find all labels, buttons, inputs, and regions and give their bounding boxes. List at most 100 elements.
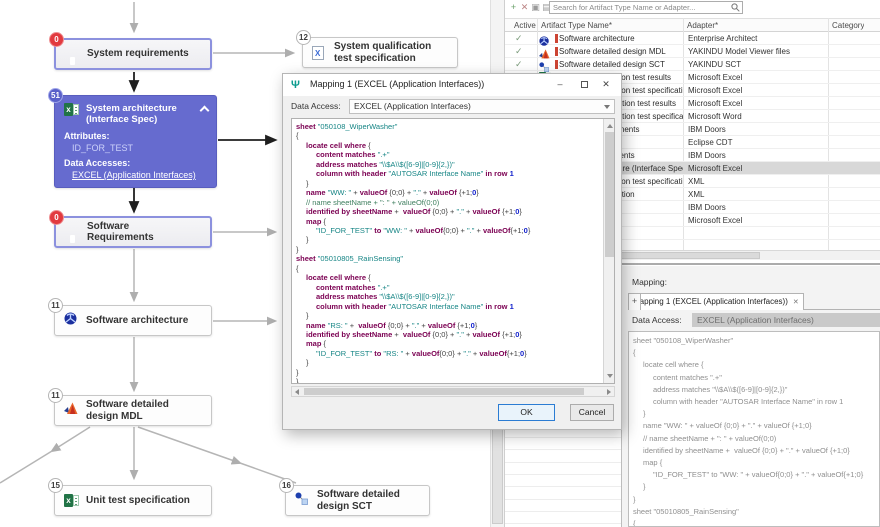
- code-line: identified by sheetName + valueOf {0;0} …: [643, 445, 850, 455]
- scrollbar-thumb[interactable]: [605, 132, 614, 257]
- list-row[interactable]: [505, 475, 621, 488]
- diagram-node-software-detailed-design-sct[interactable]: 16 Software detailed design SCT: [279, 478, 430, 516]
- column-header-active[interactable]: Active: [514, 19, 536, 33]
- scrollbar-thumb[interactable]: [492, 424, 503, 524]
- data-access-label: Data Access:: [291, 101, 341, 111]
- diagram-edge: [0, 450, 53, 484]
- active-check-icon: ✓: [515, 59, 523, 69]
- code-line: }: [306, 178, 309, 188]
- code-line: map {: [643, 458, 663, 468]
- code-line: sheet "050108_WiperWasher": [633, 336, 734, 345]
- delete-icon[interactable]: ✕: [519, 1, 530, 13]
- code-line: name "RS: " + valueOf {0;0} + "." + valu…: [306, 320, 478, 330]
- diagram-node-system-qualification-test-specification[interactable]: 12 X System qualification test specificati…: [296, 30, 458, 68]
- active-check-icon: ✓: [515, 46, 523, 56]
- minimize-button[interactable]: –: [551, 77, 569, 93]
- node-label: Unit test specification: [86, 494, 190, 506]
- node-label: Software architecture: [86, 314, 189, 326]
- code-line: }: [306, 358, 309, 368]
- node-title: System architecture (Interface Spec): [86, 103, 177, 126]
- list-row[interactable]: [505, 463, 621, 476]
- table-row[interactable]: ✓ Software detailed design MDL YAKINDU Mod…: [505, 45, 880, 59]
- diagram-node-software-requirements[interactable]: 0 Software Requirements: [49, 210, 212, 248]
- code-line: name "WW: " + valueOf {0;0} + "." + valu…: [643, 421, 812, 431]
- table-row[interactable]: ✓ Software architecture Enterprise Archite…: [505, 32, 880, 46]
- code-line: // name sheetName + ": " + valueOf(0;0): [643, 433, 777, 443]
- code-line: column with header "AUTOSAR Interface Na…: [653, 397, 844, 407]
- code-line: content matches ".+": [653, 372, 722, 382]
- node-count-badge: 0: [49, 32, 64, 47]
- diagram-node-unit-test-specification[interactable]: 15 x Unit test specification: [48, 478, 212, 516]
- node-count-badge: 11: [48, 298, 63, 313]
- diagram-node-system-requirements[interactable]: 0 System requirements: [49, 32, 212, 70]
- diagram-node-software-architecture[interactable]: 11 Software architecture: [48, 298, 212, 336]
- dialog-title-bar[interactable]: Ψ Mapping 1 (EXCEL (Application Interfac…: [283, 74, 621, 96]
- list-row[interactable]: [505, 438, 621, 451]
- mapping-code-editor[interactable]: sheet "050108_WiperWasher"{locate cell w…: [291, 118, 615, 384]
- scroll-up-icon[interactable]: [607, 124, 613, 128]
- diagram-node-software-detailed-design-mdl[interactable]: 11 Software detailed design MDL: [48, 388, 212, 426]
- scrollbar-thumb[interactable]: [304, 388, 584, 395]
- data-access-value: EXCEL (Application Interfaces): [354, 101, 471, 111]
- ea-icon: [64, 312, 77, 330]
- mapping-dialog: Ψ Mapping 1 (EXCEL (Application Interfac…: [282, 73, 622, 430]
- list-row[interactable]: [505, 512, 621, 525]
- table-row[interactable]: ✓ Software detailed design SCT YAKINDU SCT: [505, 58, 880, 72]
- collapse-chevron-icon[interactable]: [199, 105, 210, 116]
- scroll-right-icon[interactable]: [607, 389, 611, 395]
- sct-icon: [295, 492, 308, 510]
- search-input[interactable]: [549, 1, 743, 14]
- mapping-tab-bar: Mapping 1 (EXCEL (Application Interfaces…: [628, 293, 880, 310]
- category-color-bar: [555, 60, 558, 69]
- mapping-code-view[interactable]: sheet "050108_WiperWasher" {locate cell w…: [628, 331, 880, 527]
- vertical-scrollbar[interactable]: [603, 119, 614, 383]
- code-line: content matches ".+": [316, 282, 390, 292]
- adapter-name: Microsoft Excel: [688, 164, 743, 173]
- adapter-name: YAKINDU SCT: [688, 60, 742, 69]
- column-header-artifact-type-name-[interactable]: Artifact Type Name*: [541, 19, 612, 33]
- column-header-adapter-[interactable]: Adapter*: [687, 19, 718, 33]
- copy-icon[interactable]: ▣: [530, 1, 541, 13]
- maximize-button[interactable]: [575, 77, 593, 93]
- scroll-left-icon[interactable]: [295, 389, 299, 395]
- artifact-type-name: Software detailed design MDL: [559, 47, 666, 56]
- code-line: }: [296, 367, 299, 377]
- mapping-tab[interactable]: Mapping 1 (EXCEL (Application Interfaces…: [628, 293, 804, 310]
- code-line: "ID_FOR_TEST" to "WW: " + valueOf{0;0} +…: [316, 225, 531, 235]
- data-access-combobox[interactable]: EXCEL (Application Interfaces): [349, 99, 615, 114]
- add-mapping-tab-button[interactable]: +: [628, 293, 641, 310]
- code-line: map {: [306, 216, 327, 226]
- data-access-value[interactable]: EXCEL (Application Interfaces): [692, 313, 880, 327]
- code-line: map {: [306, 339, 327, 349]
- tab-close-icon[interactable]: ✕: [793, 299, 799, 306]
- list-row[interactable]: [505, 487, 621, 500]
- data-access-link[interactable]: EXCEL (Application Interfaces): [55, 168, 216, 180]
- adapter-name: IBM Doors: [688, 151, 726, 160]
- code-line: }: [306, 311, 309, 321]
- xml-icon: X: [312, 45, 324, 60]
- add-icon[interactable]: +: [508, 1, 519, 13]
- adapter-name: Microsoft Excel: [688, 99, 743, 108]
- code-line: address matches "\\$A\\$([6-9]|[0-9]{2,}…: [653, 384, 788, 394]
- node-count-badge: 12: [296, 30, 311, 45]
- close-button[interactable]: ✕: [597, 77, 615, 93]
- diagram-node-system-architecture-interface-spec[interactable]: 51 x System architecture (Interface Spec) A…: [48, 88, 217, 188]
- code-line: // name sheetName + ": " + valueOf(0;0): [306, 197, 440, 207]
- artifact-type-name: Software detailed design SCT: [559, 60, 665, 69]
- code-line: }: [643, 482, 646, 492]
- adapter-name: XML: [688, 190, 705, 199]
- ok-button[interactable]: OK: [498, 404, 555, 421]
- code-line: }: [633, 494, 636, 504]
- excel-icon: x: [64, 103, 79, 116]
- list-row[interactable]: [505, 500, 621, 512]
- horizontal-scrollbar[interactable]: [291, 386, 615, 397]
- code-line: {: [296, 131, 299, 141]
- adapter-name: XML: [688, 177, 705, 186]
- search-icon: [731, 3, 740, 12]
- list-row[interactable]: [505, 450, 621, 463]
- cancel-button[interactable]: Cancel: [570, 404, 614, 421]
- column-header-category[interactable]: Category: [832, 19, 864, 33]
- scroll-down-icon[interactable]: [607, 374, 613, 378]
- adapter-name: IBM Doors: [688, 125, 726, 134]
- data-accesses-label: Data Accesses:: [64, 157, 131, 168]
